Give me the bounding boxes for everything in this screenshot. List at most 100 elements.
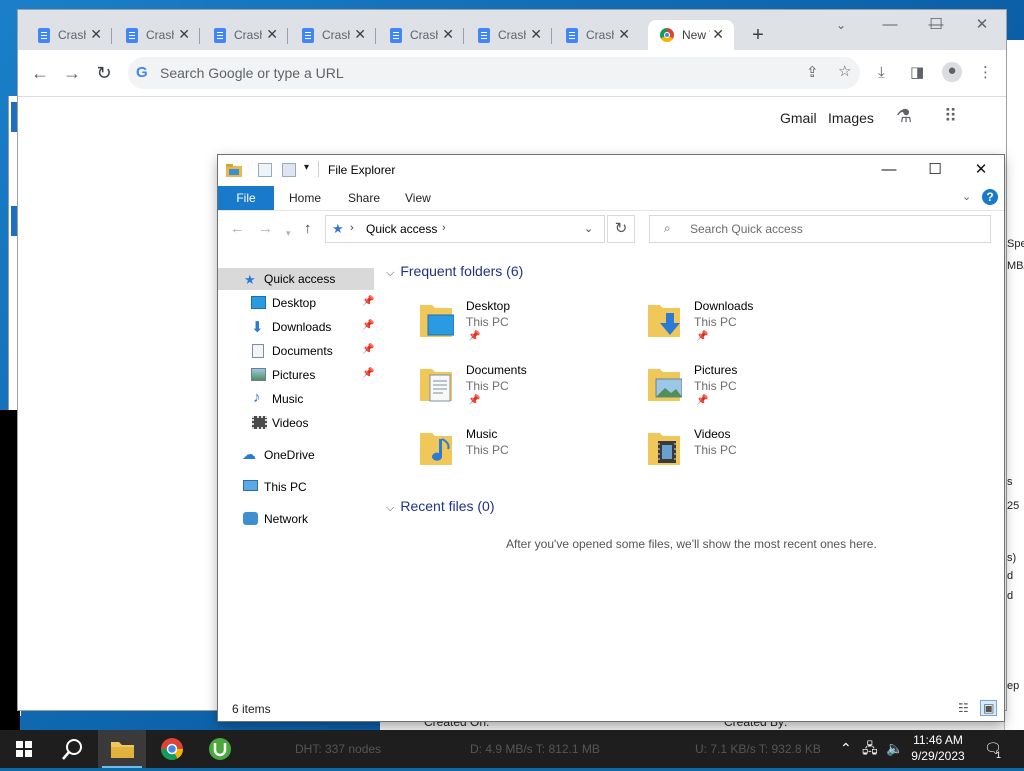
taskbar-utorrent[interactable] — [196, 730, 244, 768]
browser-tab-active[interactable]: New Tab✕ — [648, 20, 734, 50]
folder-tile-videos[interactable]: Videos This PC — [646, 423, 866, 479]
taskbar-chrome[interactable] — [148, 730, 196, 768]
search-placeholder: Search Quick access — [690, 222, 803, 236]
close-icon[interactable]: ✕ — [90, 27, 102, 41]
sidebar-item-quick-access[interactable]: ★ Quick access — [218, 268, 374, 290]
browser-tab[interactable]: Crash ✕ — [26, 20, 112, 50]
sidebar-item-downloads[interactable]: ⬇ Downloads 📌 — [218, 316, 374, 338]
ribbon-tab-home[interactable]: Home — [289, 191, 321, 205]
omnibox[interactable]: G Search Google or type a URL ⇪ ☆ — [128, 57, 860, 89]
gmail-link[interactable]: Gmail — [780, 110, 817, 126]
minimize-icon[interactable]: — — [866, 155, 912, 185]
share-icon[interactable]: ⇪ — [806, 64, 819, 82]
recent-files-header[interactable]: ⌵ Recent files (0) — [386, 498, 495, 515]
labs-flask-icon[interactable]: ⚗ — [896, 106, 912, 127]
maximize-icon[interactable]: ☐ — [914, 14, 958, 36]
browser-tab[interactable]: Crash ✕ — [114, 20, 200, 50]
clock-date[interactable]: 9/29/2023 — [900, 749, 976, 763]
tab-search-icon[interactable]: ⌄ — [836, 18, 846, 32]
side-panel-icon[interactable]: ◨ — [910, 64, 924, 82]
properties-icon[interactable] — [258, 163, 272, 177]
chevron-down-icon[interactable]: ⌵ — [386, 267, 394, 279]
close-icon[interactable]: ✕ — [530, 27, 542, 41]
browser-tab[interactable]: Crash ✕ — [554, 20, 640, 50]
pin-icon[interactable]: 📌 — [468, 395, 480, 406]
close-icon[interactable]: ✕ — [958, 155, 1004, 185]
browser-tab[interactable]: Crash ✕ — [378, 20, 464, 50]
sidebar-item-onedrive[interactable]: ☁ OneDrive — [218, 444, 374, 466]
maximize-icon[interactable]: ☐ — [912, 155, 958, 185]
sidebar-item-pictures[interactable]: Pictures 📌 — [218, 364, 374, 386]
help-icon[interactable]: ? — [982, 189, 998, 205]
folder-tile-downloads[interactable]: Downloads This PC 📌 — [646, 295, 866, 351]
breadcrumb-quick-access[interactable]: Quick access — [366, 222, 437, 236]
start-button[interactable] — [0, 730, 48, 768]
bookmark-star-icon[interactable]: ☆ — [838, 63, 851, 81]
close-icon[interactable]: ✕ — [266, 27, 278, 41]
sidebar-item-music[interactable]: ♪ Music — [218, 388, 374, 410]
show-hidden-icons-icon[interactable]: ⌃ — [840, 740, 852, 756]
menu-kebab-icon[interactable]: ⋮ — [978, 64, 993, 82]
refresh-icon[interactable]: ↻ — [607, 215, 635, 243]
folder-tile-pictures[interactable]: Pictures This PC 📌 — [646, 359, 866, 415]
close-icon[interactable]: ✕ — [618, 27, 630, 41]
search-input[interactable]: ⌕ Search Quick access — [649, 215, 991, 243]
sidebar-item-videos[interactable]: Videos — [218, 412, 374, 434]
sidebar-item-desktop[interactable]: Desktop 📌 — [218, 292, 374, 314]
apps-grid-icon[interactable]: ⠿ — [944, 106, 957, 127]
ribbon-tab-file[interactable]: File — [218, 186, 274, 210]
folder-tile-documents[interactable]: Documents This PC 📌 — [418, 359, 638, 415]
address-bar[interactable]: ★ › Quick access › ⌄ — [325, 215, 605, 243]
sidebar-item-network[interactable]: Network — [218, 508, 374, 530]
forward-icon[interactable]: → — [258, 221, 273, 237]
breadcrumb-chevron-icon[interactable]: › — [350, 222, 354, 234]
close-icon[interactable]: ✕ — [354, 27, 366, 41]
breadcrumb-chevron-icon[interactable]: › — [442, 222, 446, 234]
ribbon-tab-share[interactable]: Share — [348, 191, 380, 205]
back-icon[interactable]: ← — [28, 62, 52, 84]
explorer-titlebar[interactable]: ▾ File Explorer — ☐ ✕ — [218, 155, 1004, 185]
new-tab-button[interactable]: + — [746, 24, 770, 46]
sidebar-item-documents[interactable]: Documents 📌 — [218, 340, 374, 362]
taskbar-file-explorer[interactable] — [98, 730, 146, 768]
pin-icon[interactable]: 📌 — [696, 395, 708, 406]
folder-tile-desktop[interactable]: Desktop This PC 📌 — [418, 295, 638, 351]
up-icon[interactable]: ↑ — [304, 221, 312, 237]
close-icon[interactable]: ✕ — [442, 27, 454, 41]
folder-tile-music[interactable]: Music This PC — [418, 423, 638, 479]
back-icon[interactable]: ← — [230, 221, 245, 237]
browser-tab[interactable]: Crash ✕ — [290, 20, 376, 50]
clock-time[interactable]: 11:46 AM — [900, 733, 976, 747]
reload-icon[interactable]: ↻ — [92, 62, 116, 84]
large-icons-view-icon[interactable]: ▣ — [980, 700, 998, 716]
folder-name: Music — [466, 427, 498, 441]
network-tray-icon[interactable]: 🖧 — [862, 740, 878, 756]
profile-avatar[interactable]: ● — [942, 62, 962, 82]
pin-icon[interactable]: 📌 — [362, 296, 374, 307]
close-icon[interactable]: ✕ — [960, 14, 1004, 36]
minimize-icon[interactable]: — — [868, 14, 912, 36]
frequent-folders-header[interactable]: ⌵ Frequent folders (6) — [386, 263, 523, 280]
chevron-down-icon[interactable]: ⌵ — [386, 502, 394, 514]
forward-icon[interactable]: → — [60, 62, 84, 84]
close-icon[interactable]: ✕ — [178, 27, 190, 41]
sidebar-item-this-pc[interactable]: This PC — [218, 476, 374, 498]
details-view-icon[interactable]: ☷ — [958, 701, 969, 715]
expand-ribbon-icon[interactable]: ⌄ — [962, 190, 971, 203]
ribbon-tab-view[interactable]: View — [405, 191, 431, 205]
pin-icon[interactable]: 📌 — [696, 331, 708, 342]
images-link[interactable]: Images — [828, 110, 874, 126]
search-button[interactable] — [48, 730, 96, 768]
address-dropdown-icon[interactable]: ⌄ — [584, 222, 593, 235]
pin-icon[interactable]: 📌 — [362, 344, 374, 355]
browser-tab[interactable]: Crash ✕ — [202, 20, 288, 50]
qat-dropdown-icon[interactable]: ▾ — [304, 162, 318, 176]
recent-locations-icon[interactable]: ▾ — [286, 225, 291, 241]
pin-icon[interactable]: 📌 — [362, 320, 374, 331]
browser-tab[interactable]: Crash ✕ — [466, 20, 552, 50]
pin-icon[interactable]: 📌 — [362, 368, 374, 379]
pin-icon[interactable]: 📌 — [468, 331, 480, 342]
close-icon[interactable]: ✕ — [712, 27, 724, 41]
new-folder-icon[interactable] — [282, 163, 296, 177]
download-icon[interactable]: ⤓ — [878, 64, 885, 82]
